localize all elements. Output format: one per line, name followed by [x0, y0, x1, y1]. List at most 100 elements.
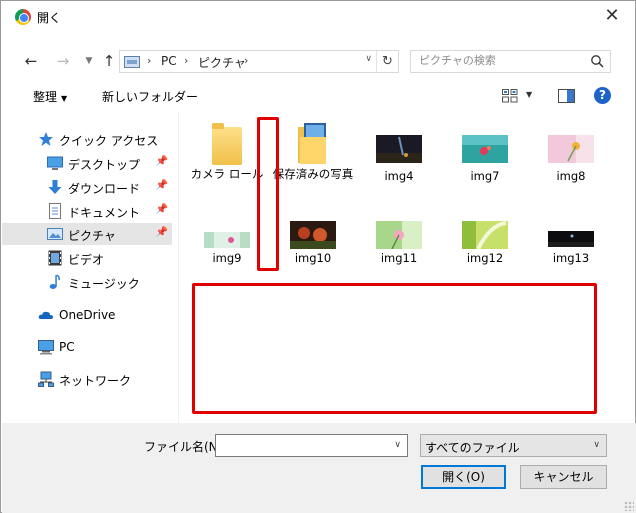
change-view-icon[interactable] [502, 89, 518, 103]
breadcrumb-pc[interactable]: PC [161, 54, 177, 68]
file-name: img13 [552, 251, 590, 265]
forward-arrow-icon[interactable]: → [53, 51, 73, 71]
image-thumbnail [204, 232, 250, 248]
close-button[interactable]: ✕ [597, 3, 627, 29]
image-thumbnail [462, 221, 508, 249]
sidebar-item-label: ネットワーク [59, 374, 132, 388]
sidebar-item-desktop[interactable]: デスクトップ 📌 [2, 152, 172, 174]
sidebar-item-label: デスクトップ [68, 158, 141, 172]
organize-button[interactable]: 整理 ▼ [33, 88, 67, 105]
file-item-saved-pictures[interactable]: 保存済みの写真 [272, 121, 354, 185]
file-item-img13[interactable]: img13 [530, 207, 612, 271]
breadcrumb-separator-icon[interactable]: › [184, 54, 188, 67]
network-icon [38, 371, 54, 387]
search-icon[interactable] [590, 54, 604, 68]
sidebar-item-label: ダウンロード [68, 182, 141, 196]
sidebar-item-label: ドキュメント [68, 206, 141, 220]
address-bar[interactable]: › PC › ピクチャ › ∨ ↻ [119, 50, 399, 73]
up-arrow-icon[interactable]: ↑ [99, 51, 119, 71]
cancel-button[interactable]: キャンセル [520, 465, 607, 489]
breadcrumb-separator-icon[interactable]: › [147, 54, 151, 67]
file-item-img8[interactable]: img8 [530, 121, 612, 185]
sidebar-item-pc[interactable]: PC [2, 336, 172, 358]
file-item-camera-roll[interactable]: カメラ ロール [186, 121, 268, 185]
new-folder-button[interactable]: 新しいフォルダー [102, 88, 198, 105]
breadcrumb-pictures[interactable]: ピクチャ [198, 54, 246, 71]
sidebar-item-label: ピクチャ [68, 229, 116, 243]
pictures-location-icon [124, 56, 140, 68]
file-item-img9[interactable]: img9 [186, 207, 268, 271]
sidebar-item-label: PC [59, 340, 75, 354]
file-item-img7[interactable]: img7 [444, 121, 526, 185]
title-bar: 開く ✕ [1, 1, 635, 31]
file-name: カメラ ロール [190, 167, 264, 181]
image-thumbnail [548, 135, 594, 163]
file-name: img11 [380, 251, 418, 265]
image-thumbnail [548, 231, 594, 247]
open-button[interactable]: 開く(O) [421, 465, 506, 489]
help-icon[interactable]: ? [594, 87, 611, 104]
cloud-icon [38, 311, 53, 319]
refresh-icon[interactable]: ↻ [376, 51, 398, 72]
image-thumbnail [290, 221, 336, 249]
filetype-select[interactable]: すべてのファイル ∨ [420, 434, 607, 457]
sidebar-item-music[interactable]: ミュージック [2, 271, 172, 293]
computer-icon [38, 340, 54, 355]
command-bar: 整理 ▼ 新しいフォルダー ▼ ? [2, 82, 634, 110]
filename-input[interactable]: ∨ [215, 434, 408, 457]
sidebar-item-onedrive[interactable]: OneDrive [2, 304, 172, 326]
filetype-value: すべてのファイル [425, 441, 520, 455]
sidebar-item-label: クイック アクセス [59, 134, 159, 148]
sidebar-item-pictures[interactable]: ピクチャ 📌 [2, 223, 172, 245]
highlight-box-column-gap [257, 117, 279, 271]
sidebar-item-documents[interactable]: ドキュメント 📌 [2, 200, 172, 222]
image-thumbnail [376, 135, 422, 163]
pictures-icon [47, 228, 63, 240]
pin-icon[interactable]: 📌 [156, 204, 168, 215]
sidebar-item-label: ミュージック [68, 277, 140, 291]
pane-divider[interactable] [178, 111, 179, 423]
file-name: img12 [466, 251, 504, 265]
search-input[interactable] [419, 54, 589, 67]
pin-icon[interactable]: 📌 [156, 180, 168, 191]
view-options-caret-icon[interactable]: ▼ [526, 90, 532, 99]
file-item-img4[interactable]: img4 [358, 121, 440, 185]
video-icon [48, 250, 62, 266]
pin-icon[interactable]: 📌 [156, 156, 168, 167]
resize-grip-icon[interactable] [624, 501, 634, 511]
sidebar-item-network[interactable]: ネットワーク [2, 368, 172, 390]
bottom-panel: ファイル名(N): ∨ すべてのファイル ∨ 開く(O) キャンセル [2, 423, 636, 513]
address-dropdown-chevron-icon[interactable]: ∨ [365, 54, 372, 64]
file-name: img8 [556, 169, 586, 183]
sidebar-item-quick-access[interactable]: クイック アクセス [2, 128, 172, 150]
filetype-dropdown-chevron-icon: ∨ [593, 440, 600, 450]
file-name: img7 [470, 169, 500, 183]
recent-locations-chevron-icon[interactable]: ▼ [79, 51, 99, 71]
organize-caret-icon: ▼ [61, 94, 68, 103]
window-title: 開く [37, 11, 62, 25]
file-name: 保存済みの写真 [272, 167, 354, 181]
sidebar-item-label: ビデオ [68, 253, 105, 267]
file-name: img10 [294, 251, 332, 265]
organize-label: 整理 [33, 90, 58, 104]
filename-dropdown-chevron-icon[interactable]: ∨ [394, 440, 401, 450]
search-box[interactable] [410, 50, 611, 73]
sidebar-item-downloads[interactable]: ダウンロード 📌 [2, 176, 172, 198]
back-arrow-icon[interactable]: ← [21, 51, 41, 71]
pin-icon[interactable]: 📌 [156, 227, 168, 238]
file-item-img10[interactable]: img10 [272, 207, 354, 271]
highlight-box-empty-area [192, 283, 597, 414]
file-item-img12[interactable]: img12 [444, 207, 526, 271]
file-name: img4 [384, 169, 414, 183]
sidebar-item-videos[interactable]: ビデオ [2, 247, 172, 269]
breadcrumb-separator-icon[interactable]: › [244, 54, 248, 67]
open-file-dialog: 開く ✕ ← → ▼ ↑ › PC › ピクチャ › ∨ ↻ 整理▼ 新しいフォ… [0, 0, 636, 513]
download-arrow-icon [48, 180, 62, 194]
file-item-img11[interactable]: img11 [358, 207, 440, 271]
music-note-icon [49, 274, 60, 289]
desktop-icon [47, 156, 63, 170]
image-thumbnail [376, 221, 422, 249]
sidebar-item-label: OneDrive [59, 308, 116, 322]
document-icon [49, 203, 61, 219]
preview-pane-icon[interactable] [558, 89, 575, 103]
